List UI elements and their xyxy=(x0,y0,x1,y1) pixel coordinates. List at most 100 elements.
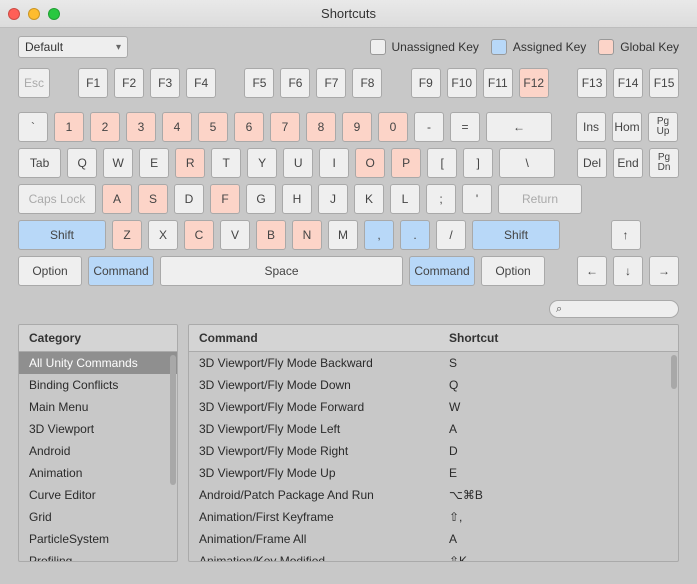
key-p[interactable]: P xyxy=(391,148,421,178)
key-z[interactable]: Z xyxy=(112,220,142,250)
key-r[interactable]: R xyxy=(175,148,205,178)
key-lshift[interactable]: Shift xyxy=(18,220,106,250)
command-row[interactable]: Animation/First Keyframe⇧, xyxy=(189,506,678,528)
key-6[interactable]: 6 xyxy=(234,112,264,142)
key-o[interactable]: O xyxy=(355,148,385,178)
key-3[interactable]: 3 xyxy=(126,112,156,142)
scroll-thumb-icon[interactable] xyxy=(671,355,677,389)
command-row[interactable]: Animation/Frame AllA xyxy=(189,528,678,550)
key-period[interactable]: . xyxy=(400,220,430,250)
category-row[interactable]: ParticleSystem xyxy=(19,528,177,550)
key-9[interactable]: 9 xyxy=(342,112,372,142)
category-row[interactable]: Profiling xyxy=(19,550,177,561)
category-row[interactable]: Android xyxy=(19,440,177,462)
key-i[interactable]: I xyxy=(319,148,349,178)
category-row[interactable]: Curve Editor xyxy=(19,484,177,506)
category-row[interactable]: 3D Viewport xyxy=(19,418,177,440)
key-g[interactable]: G xyxy=(246,184,276,214)
key-f15[interactable]: F15 xyxy=(649,68,679,98)
key-2[interactable]: 2 xyxy=(90,112,120,142)
key-f10[interactable]: F10 xyxy=(447,68,477,98)
key-s[interactable]: S xyxy=(138,184,168,214)
key-backslash[interactable]: \ xyxy=(499,148,555,178)
key-down[interactable]: ↓ xyxy=(613,256,643,286)
key-left[interactable]: ← xyxy=(577,256,607,286)
key-d[interactable]: D xyxy=(174,184,204,214)
key-loption[interactable]: Option xyxy=(18,256,82,286)
key-n[interactable]: N xyxy=(292,220,322,250)
key-equals[interactable]: = xyxy=(450,112,480,142)
command-row[interactable]: 3D Viewport/Fly Mode DownQ xyxy=(189,374,678,396)
key-h[interactable]: H xyxy=(282,184,312,214)
key-j[interactable]: J xyxy=(318,184,348,214)
key-t[interactable]: T xyxy=(211,148,241,178)
key-space[interactable]: Space xyxy=(160,256,403,286)
key-backtick[interactable]: ` xyxy=(18,112,48,142)
key-u[interactable]: U xyxy=(283,148,313,178)
key-f3[interactable]: F3 xyxy=(150,68,180,98)
command-scrollbar[interactable] xyxy=(669,353,677,560)
category-row[interactable]: Main Menu xyxy=(19,396,177,418)
key-f[interactable]: F xyxy=(210,184,240,214)
key-x[interactable]: X xyxy=(148,220,178,250)
key-5[interactable]: 5 xyxy=(198,112,228,142)
key-tab[interactable]: Tab xyxy=(18,148,61,178)
key-f14[interactable]: F14 xyxy=(613,68,643,98)
key-l[interactable]: L xyxy=(390,184,420,214)
key-c[interactable]: C xyxy=(184,220,214,250)
key-e[interactable]: E xyxy=(139,148,169,178)
key-q[interactable]: Q xyxy=(67,148,97,178)
key-f13[interactable]: F13 xyxy=(577,68,607,98)
key-1[interactable]: 1 xyxy=(54,112,84,142)
category-row[interactable]: Binding Conflicts xyxy=(19,374,177,396)
key-ins[interactable]: Ins xyxy=(576,112,606,142)
category-scrollbar[interactable] xyxy=(168,353,176,560)
key-f5[interactable]: F5 xyxy=(244,68,274,98)
key-rcommand[interactable]: Command xyxy=(409,256,475,286)
key-slash[interactable]: / xyxy=(436,220,466,250)
scroll-thumb-icon[interactable] xyxy=(170,355,176,485)
key-home[interactable]: Hom xyxy=(612,112,642,142)
key-capslock[interactable]: Caps Lock xyxy=(18,184,96,214)
key-up[interactable]: ↑ xyxy=(611,220,641,250)
key-a[interactable]: A xyxy=(102,184,132,214)
key-f8[interactable]: F8 xyxy=(352,68,382,98)
category-row[interactable]: All Unity Commands xyxy=(19,352,177,374)
key-roption[interactable]: Option xyxy=(481,256,545,286)
key-lbracket[interactable]: [ xyxy=(427,148,457,178)
command-row[interactable]: 3D Viewport/Fly Mode RightD xyxy=(189,440,678,462)
command-row[interactable]: 3D Viewport/Fly Mode UpE xyxy=(189,462,678,484)
key-f1[interactable]: F1 xyxy=(78,68,108,98)
category-row[interactable]: Animation xyxy=(19,462,177,484)
key-semicolon[interactable]: ; xyxy=(426,184,456,214)
key-minus[interactable]: - xyxy=(414,112,444,142)
key-backspace[interactable]: ← xyxy=(486,112,552,142)
key-f4[interactable]: F4 xyxy=(186,68,216,98)
key-f12[interactable]: F12 xyxy=(519,68,549,98)
profile-select[interactable]: Default ▾ xyxy=(18,36,128,58)
key-f11[interactable]: F11 xyxy=(483,68,513,98)
key-del[interactable]: Del xyxy=(577,148,607,178)
key-pgup[interactable]: Pg Up xyxy=(648,112,678,142)
command-row[interactable]: Android/Patch Package And Run⌥⌘B xyxy=(189,484,678,506)
key-lcommand[interactable]: Command xyxy=(88,256,154,286)
key-end[interactable]: End xyxy=(613,148,643,178)
key-0[interactable]: 0 xyxy=(378,112,408,142)
key-7[interactable]: 7 xyxy=(270,112,300,142)
key-right[interactable]: → xyxy=(649,256,679,286)
key-return[interactable]: Return xyxy=(498,184,582,214)
key-f6[interactable]: F6 xyxy=(280,68,310,98)
command-row[interactable]: 3D Viewport/Fly Mode BackwardS xyxy=(189,352,678,374)
key-pgdn[interactable]: Pg Dn xyxy=(649,148,679,178)
key-m[interactable]: M xyxy=(328,220,358,250)
key-b[interactable]: B xyxy=(256,220,286,250)
key-esc[interactable]: Esc xyxy=(18,68,50,98)
key-v[interactable]: V xyxy=(220,220,250,250)
key-comma[interactable]: , xyxy=(364,220,394,250)
key-rshift[interactable]: Shift xyxy=(472,220,560,250)
category-row[interactable]: Grid xyxy=(19,506,177,528)
key-f9[interactable]: F9 xyxy=(411,68,441,98)
key-4[interactable]: 4 xyxy=(162,112,192,142)
key-f7[interactable]: F7 xyxy=(316,68,346,98)
search-input[interactable]: ⌕ xyxy=(549,300,679,318)
